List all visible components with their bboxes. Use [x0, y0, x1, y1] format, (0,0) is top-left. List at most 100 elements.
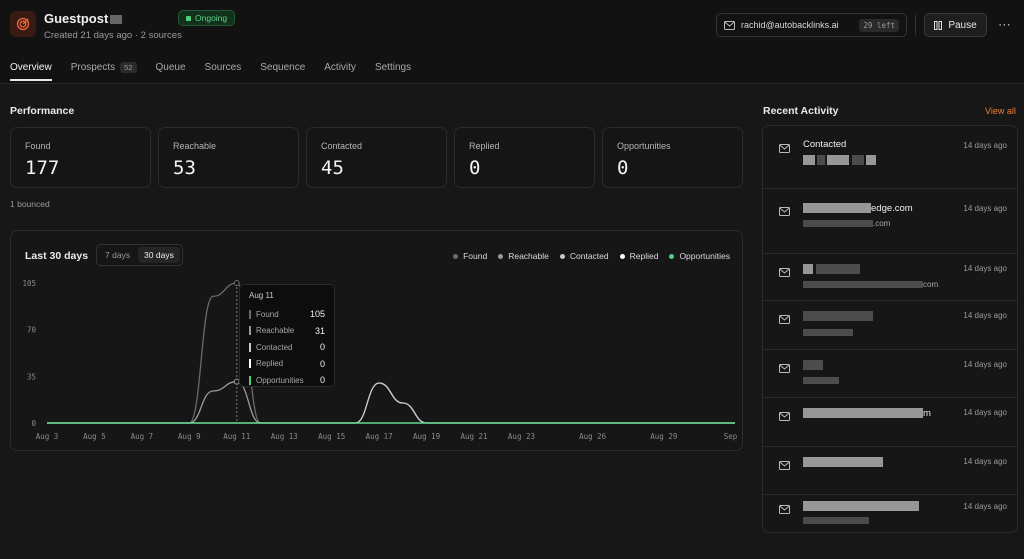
stat-value: 177 — [25, 157, 60, 179]
activity-title-text: m — [923, 408, 931, 419]
series-line-reachable — [47, 381, 735, 424]
x-tick-label: Aug 15 — [318, 432, 345, 441]
tab-label: Queue — [155, 62, 186, 73]
x-tick-label: Sep 1 — [724, 432, 743, 441]
status-badge-label: Ongoing — [195, 13, 228, 23]
tooltip-series-value: 0 — [319, 342, 325, 353]
series-marker — [249, 309, 251, 319]
more-options-icon[interactable]: ⋯ — [998, 17, 1012, 33]
stat-label: Found — [25, 141, 51, 151]
range-30-days-button[interactable]: 30 days — [138, 247, 180, 263]
pause-icon — [934, 20, 943, 30]
mail-icon — [779, 505, 793, 517]
y-tick-label: 105 — [22, 279, 36, 288]
emails-left-pill: 29 left — [859, 18, 899, 32]
activity-item[interactable]: edge.com .com 14 days ago — [763, 189, 1017, 254]
sender-email: rachid@autobacklinks.ai — [741, 20, 839, 30]
legend-dot-icon — [453, 253, 459, 259]
y-tick-label: 35 — [27, 372, 36, 381]
activity-item[interactable]: 14 days ago — [763, 350, 1017, 398]
stat-label: Reachable — [173, 141, 217, 151]
redacted-block — [803, 457, 883, 468]
x-tick-label: Aug 19 — [413, 432, 440, 441]
activity-item[interactable]: Contacted 14 days ago — [763, 126, 1017, 189]
activity-item[interactable]: com 14 days ago — [763, 254, 1017, 301]
x-tick-label: Aug 17 — [366, 432, 393, 441]
legend-item-opportunities: Opportunities — [669, 251, 730, 261]
tab-label: Settings — [374, 62, 412, 73]
activity-item[interactable]: m 14 days ago — [763, 398, 1017, 447]
range-7-days-button[interactable]: 7 days — [99, 247, 136, 263]
stat-card-opportunities: Opportunities 0 — [602, 127, 743, 188]
tab-sources[interactable]: Sources — [205, 62, 242, 73]
activity-title: m — [803, 408, 931, 419]
activity-time: 14 days ago — [963, 204, 1007, 213]
top-bar: Guestpost Created 21 days ago · 2 source… — [0, 0, 1024, 84]
series-marker — [249, 359, 251, 369]
activity-item[interactable]: 14 days ago — [763, 447, 1017, 495]
range-toggle: 7 days 30 days — [96, 244, 183, 266]
status-badge: Ongoing — [178, 10, 236, 26]
tab-prospects[interactable]: Prospects 52 — [71, 62, 137, 73]
tab-queue[interactable]: Queue — [156, 62, 186, 73]
view-all-link[interactable]: View all — [985, 106, 1016, 116]
tooltip-row-found: Found 105 — [249, 306, 325, 323]
x-tick-label: Aug 21 — [460, 432, 487, 441]
stat-value: 45 — [321, 157, 344, 179]
tooltip-series-value: 0 — [319, 358, 325, 369]
tooltip-series-name: Found — [256, 309, 279, 319]
x-tick-label: Aug 7 — [131, 432, 154, 441]
performance-heading: Performance — [10, 105, 75, 117]
stat-value: 0 — [469, 157, 481, 179]
activity-time: 14 days ago — [963, 264, 1007, 273]
x-tick-label: Aug 11 — [223, 432, 250, 441]
stat-value: 0 — [617, 157, 629, 179]
legend-item-replied: Replied — [619, 251, 658, 261]
legend-dot-icon — [669, 253, 675, 259]
activity-item[interactable]: 14 days ago — [763, 495, 1017, 532]
pause-button[interactable]: Pause — [924, 13, 987, 37]
x-tick-label: Aug 3 — [36, 432, 59, 441]
activity-time: 14 days ago — [963, 360, 1007, 369]
tab-label: Sources — [204, 62, 242, 73]
tab-settings[interactable]: Settings — [375, 62, 411, 73]
activity-time: 14 days ago — [963, 502, 1007, 511]
stat-label: Replied — [469, 141, 500, 151]
tooltip-series-name: Reachable — [256, 326, 295, 336]
x-tick-label: Aug 23 — [508, 432, 535, 441]
tooltip-series-value: 31 — [314, 325, 325, 336]
tooltip-series-value: 105 — [309, 309, 325, 320]
redacted-block — [803, 311, 873, 322]
tooltip-series-name: Replied — [256, 359, 284, 369]
series-marker — [249, 326, 251, 336]
redacted-block — [803, 376, 839, 385]
activity-title-text: edge.com — [871, 203, 913, 214]
redacted-block — [803, 328, 853, 337]
series-line-contacted — [47, 382, 735, 424]
mail-icon — [779, 461, 793, 473]
mail-icon — [779, 412, 793, 424]
stat-card-found: Found 177 — [10, 127, 151, 188]
activity-chart[interactable]: 10570350Aug 3 Aug 5 Aug 7 Aug 9 Aug 11 Aug 13… — [10, 272, 743, 442]
activity-title: Contacted — [803, 139, 847, 150]
recent-activity-list: Contacted 14 days ago edge.com .com 14 d… — [762, 125, 1018, 533]
tab-label: Prospects — [70, 62, 116, 73]
tab-overview[interactable]: Overview — [10, 62, 52, 81]
sender-account[interactable]: rachid@autobacklinks.ai 29 left — [716, 13, 907, 37]
activity-item[interactable]: 14 days ago — [763, 301, 1017, 350]
chart-tooltip: Aug 11 Found 105 Reachable 31 Contacted 0 R… — [239, 284, 335, 387]
activity-time: 14 days ago — [963, 408, 1007, 417]
legend-label: Contacted — [569, 251, 609, 261]
activity-title: edge.com — [803, 203, 913, 214]
stat-label: Opportunities — [617, 141, 671, 151]
activity-time: 14 days ago — [963, 311, 1007, 320]
x-tick-label: Aug 29 — [650, 432, 677, 441]
tab-sequence[interactable]: Sequence — [260, 62, 305, 73]
mail-icon — [779, 364, 793, 376]
tab-label: Sequence — [260, 62, 306, 73]
mail-icon — [779, 207, 793, 219]
activity-time: 14 days ago — [963, 457, 1007, 466]
tab-activity[interactable]: Activity — [324, 62, 356, 73]
redacted-block — [803, 360, 823, 371]
legend-dot-icon — [559, 253, 565, 259]
